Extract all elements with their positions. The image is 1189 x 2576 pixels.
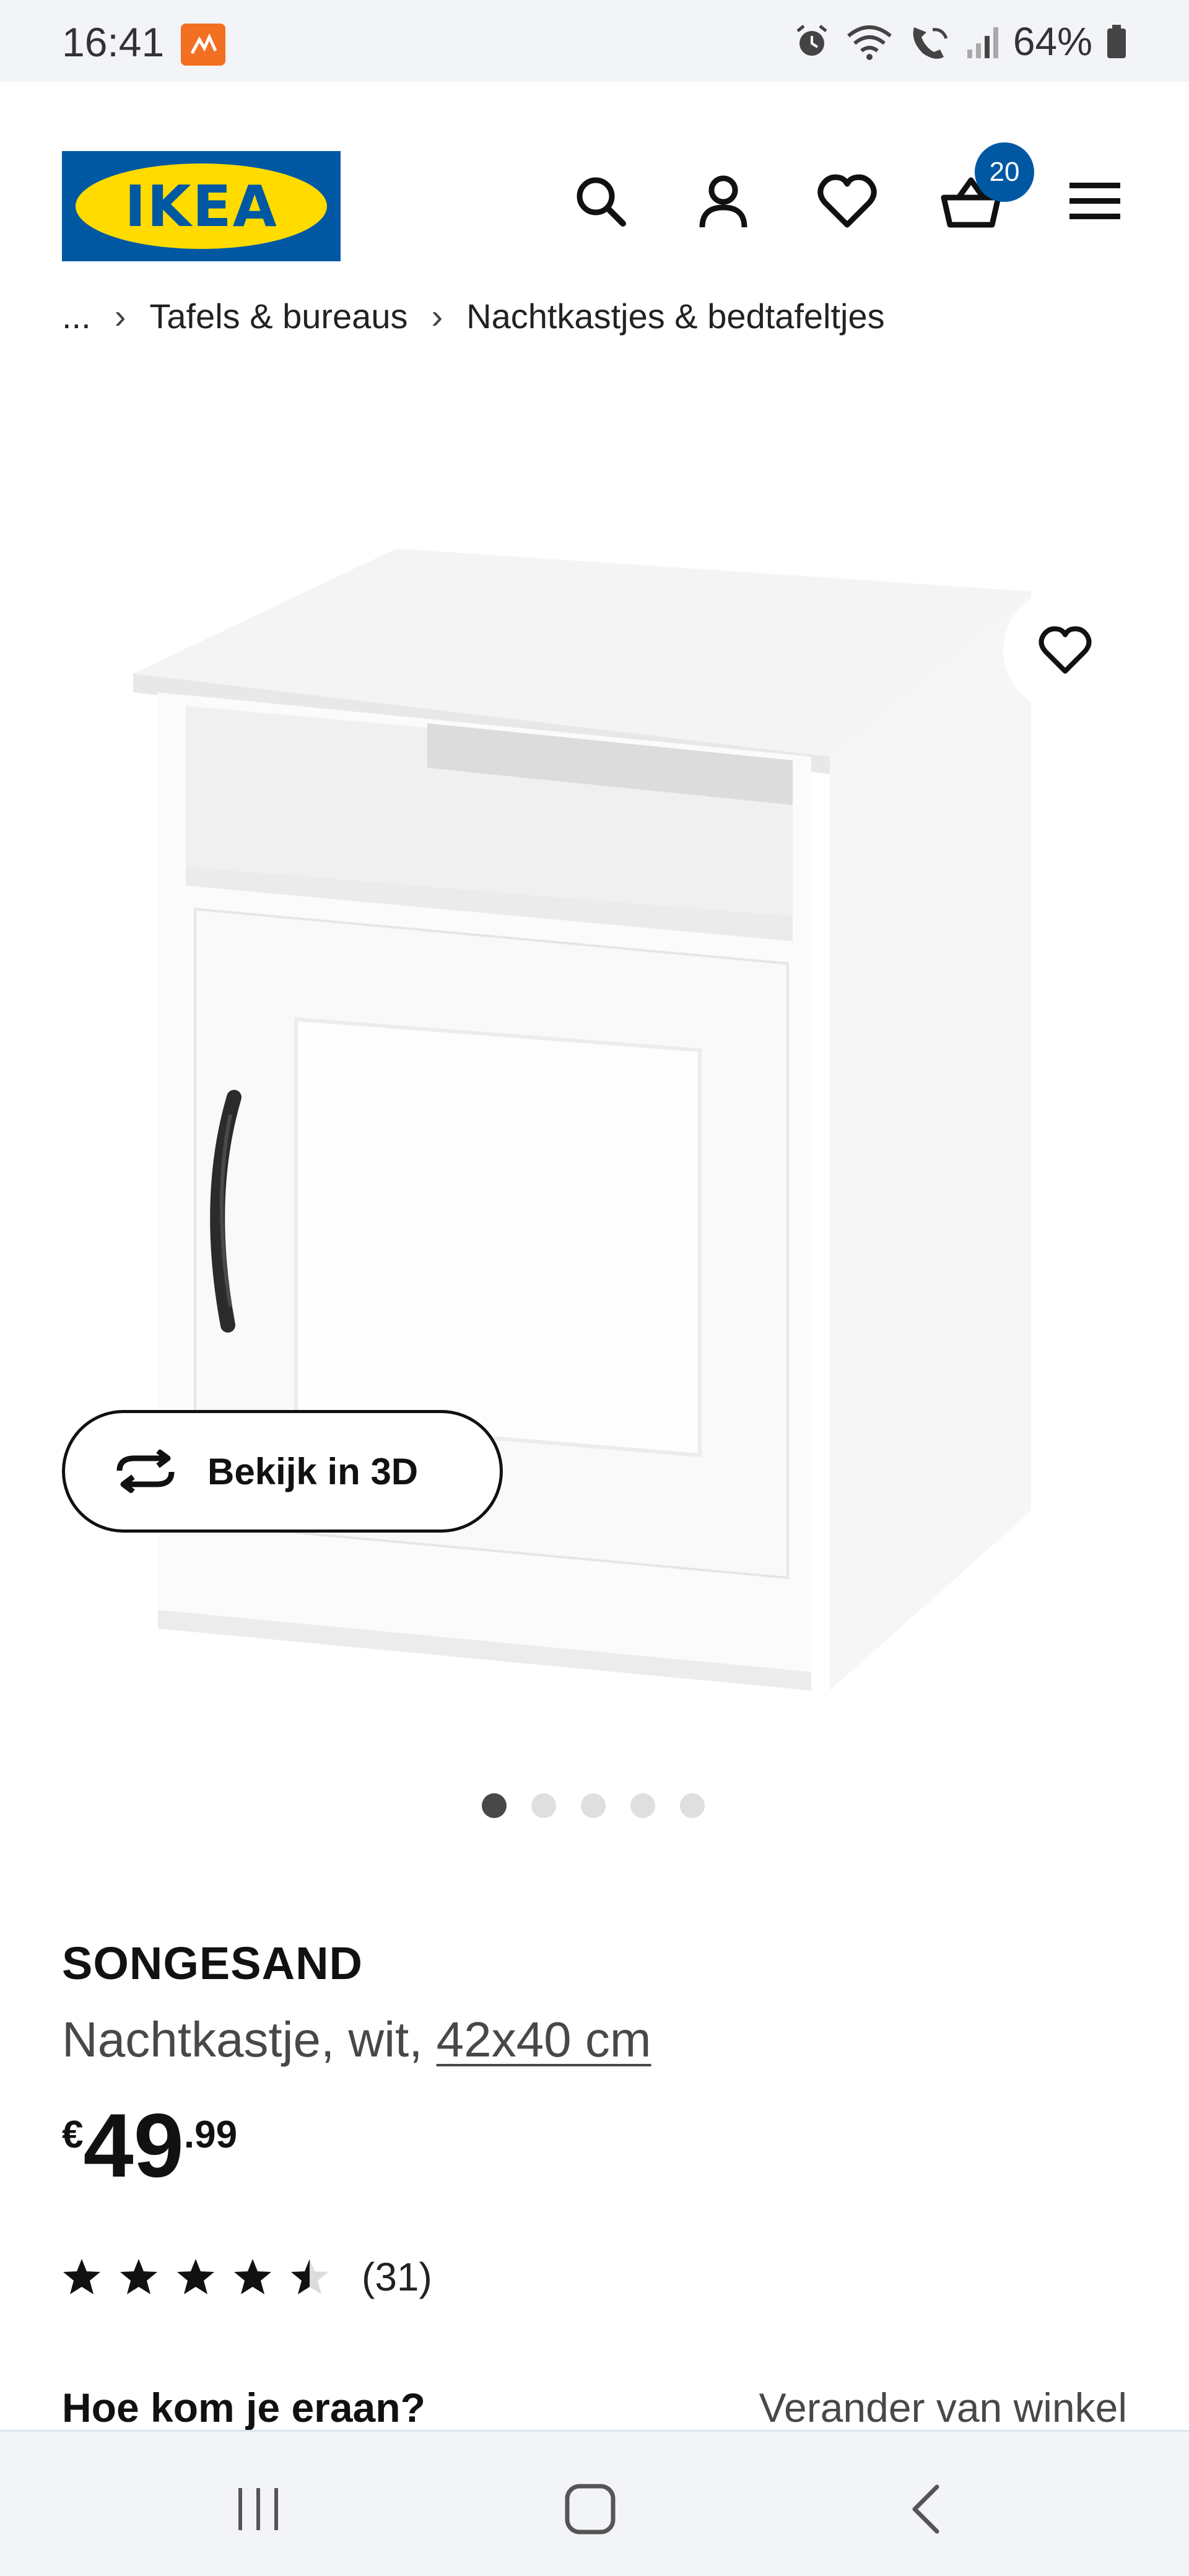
search-button[interactable] [567,167,635,235]
alarm-icon [796,25,827,56]
status-bar: 16:41 64% [0,0,1189,82]
image-carousel-indicators [482,1793,705,1818]
cart-count-badge: 20 [975,142,1034,202]
star-icon [177,2259,214,2294]
carousel-dot[interactable] [482,1793,507,1818]
system-navigation-bar [0,2430,1189,2576]
breadcrumb: ... › Tafels & bureaus › Nachtkastjes & bedt… [62,296,885,336]
search-icon [577,177,626,227]
store-question: Hoe kom je eraan? [62,2385,425,2430]
heart-icon [817,174,877,228]
rating-count: (31) [362,2255,432,2299]
breadcrumb-nightstands[interactable]: Nachtkastjes & bedtafeltjes [466,297,884,336]
logo-text: IKEA [124,173,278,240]
product-image[interactable] [0,384,1189,1746]
view-in-3d-label: Bekijk in 3D [207,1450,419,1492]
home-button[interactable] [550,2469,630,2549]
half-star-icon [291,2259,328,2294]
status-time: 16:41 [62,19,165,65]
store-availability-row: Hoe kom je eraan? Verander van winkel [62,2384,1127,2434]
favourites-button[interactable] [813,167,881,235]
recent-apps-button[interactable] [218,2469,298,2549]
menu-icon [1069,183,1120,219]
back-icon [912,2484,939,2534]
account-icon [699,175,747,228]
wifi-icon [847,25,892,60]
product-description: Nachtkastje, wit, 42x40 cm [62,2011,651,2068]
back-button[interactable] [886,2469,966,2549]
product-rating[interactable]: (31) [62,2254,432,2300]
price-decimal: .99 [183,2113,238,2156]
ikea-logo[interactable]: IKEA [62,151,341,261]
carousel-dot[interactable] [630,1793,655,1818]
star-icon [63,2259,100,2294]
chevron-right-icon: › [114,297,126,336]
battery-icon [1107,25,1126,58]
nightstand-image [133,549,1031,1690]
status-icons: 64% [793,19,1127,64]
star-icon [234,2259,271,2294]
menu-button[interactable] [1061,167,1129,235]
carousel-dot[interactable] [531,1793,556,1818]
breadcrumb-ellipsis[interactable]: ... [62,297,91,336]
battery-percentage: 64% [1013,19,1092,64]
price-integer: 49 [83,2095,184,2196]
add-to-favourites-button[interactable] [1003,588,1127,712]
price-currency: € [62,2113,84,2156]
rotate-3d-icon [116,1450,175,1493]
product-size-link[interactable]: 42x40 cm [437,2012,651,2067]
breadcrumb-tables-desks[interactable]: Tafels & bureaus [149,297,407,336]
change-store-link[interactable]: Verander van winkel [759,2384,1127,2431]
signal-icon [967,27,998,58]
home-icon [565,2484,616,2535]
account-button[interactable] [689,167,757,235]
chevron-right-icon: › [431,297,443,336]
star-icon [120,2259,157,2294]
carousel-dot[interactable] [680,1793,705,1818]
product-price: € 49 .99 [62,2099,237,2192]
recent-apps-icon [238,2488,278,2530]
product-type: Nachtkastje, wit, [62,2012,423,2067]
product-name: SONGESAND [62,1938,363,1989]
view-in-3d-button[interactable]: Bekijk in 3D [62,1410,503,1533]
wifi-calling-icon [913,27,948,59]
notification-app-icon [181,24,225,66]
carousel-dot[interactable] [581,1793,606,1818]
heart-icon [1039,626,1092,674]
